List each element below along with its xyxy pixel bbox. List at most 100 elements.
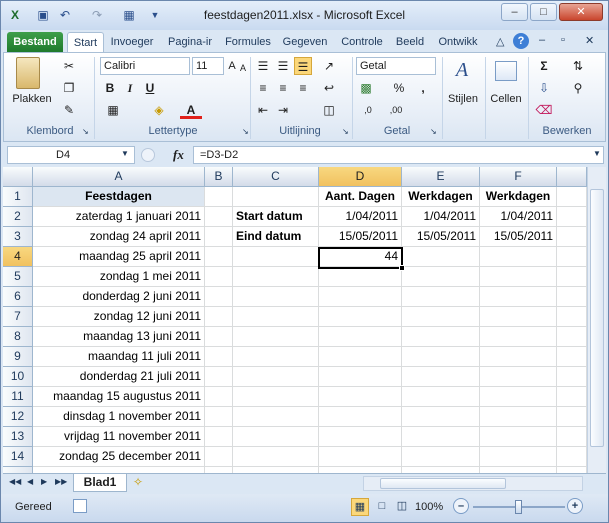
cell-f8[interactable] bbox=[480, 327, 557, 347]
cell-c8[interactable] bbox=[233, 327, 319, 347]
cell-f12[interactable] bbox=[480, 407, 557, 427]
cell-e1[interactable]: Werkdagen bbox=[402, 187, 480, 207]
macro-record-icon[interactable] bbox=[73, 499, 87, 513]
tab-developer[interactable]: Ontwikk bbox=[432, 32, 484, 52]
cell-f11[interactable] bbox=[480, 387, 557, 407]
vertical-scrollbar[interactable] bbox=[587, 167, 606, 473]
cell-a4[interactable]: maandag 25 april 2011 bbox=[33, 247, 205, 267]
copy-icon[interactable]: ❐ bbox=[60, 79, 78, 97]
borders-icon[interactable]: ▦ bbox=[102, 101, 124, 119]
cell-a14[interactable]: zondag 25 december 2011 bbox=[33, 447, 205, 467]
cell-f14[interactable] bbox=[480, 447, 557, 467]
align-middle-icon[interactable]: ☰ bbox=[274, 57, 292, 75]
vertical-scroll-thumb[interactable] bbox=[590, 189, 604, 447]
fill-icon[interactable]: ⇩ bbox=[534, 79, 554, 97]
restore-button[interactable]: □ bbox=[530, 3, 557, 21]
cell-a6[interactable]: donderdag 2 juni 2011 bbox=[33, 287, 205, 307]
cell-e14[interactable] bbox=[402, 447, 480, 467]
row-header[interactable]: 5 bbox=[3, 267, 33, 287]
cell-g7[interactable] bbox=[557, 307, 587, 327]
name-box[interactable]: D4 bbox=[7, 146, 135, 164]
cell-c9[interactable] bbox=[233, 347, 319, 367]
cell-g13[interactable] bbox=[557, 427, 587, 447]
help-icon[interactable]: ? bbox=[513, 33, 529, 49]
cell-e3[interactable]: 15/05/2011 bbox=[402, 227, 480, 247]
grow-font-icon[interactable]: A bbox=[226, 57, 238, 75]
tab-page-layout[interactable]: Pagina-ir bbox=[162, 32, 218, 52]
clipboard-launcher-icon[interactable]: ↘ bbox=[82, 127, 89, 136]
name-box-dropdown-icon[interactable]: ▼ bbox=[121, 149, 129, 158]
row-header[interactable]: 11 bbox=[3, 387, 33, 407]
row-header[interactable]: 4 bbox=[3, 247, 33, 267]
horizontal-scrollbar[interactable] bbox=[363, 476, 583, 491]
percent-icon[interactable]: % bbox=[390, 79, 408, 97]
row-header[interactable]: 13 bbox=[3, 427, 33, 447]
row-header[interactable]: 14 bbox=[3, 447, 33, 467]
cells-button-label[interactable]: Cellen bbox=[488, 93, 524, 105]
cell-g1[interactable] bbox=[557, 187, 587, 207]
wrap-text-icon[interactable]: ↩ bbox=[320, 79, 338, 97]
horizontal-scroll-thumb[interactable] bbox=[380, 478, 506, 489]
cell-d1[interactable]: Aant. Dagen bbox=[319, 187, 402, 207]
cell-d14[interactable] bbox=[319, 447, 402, 467]
cell-e9[interactable] bbox=[402, 347, 480, 367]
cell-a11[interactable]: maandag 15 augustus 2011 bbox=[33, 387, 205, 407]
font-size-select[interactable]: 11 bbox=[192, 57, 224, 75]
bold-icon[interactable]: B bbox=[102, 79, 118, 97]
tab-data[interactable]: Gegeven bbox=[278, 32, 332, 52]
cell-g14[interactable] bbox=[557, 447, 587, 467]
cell-e10[interactable] bbox=[402, 367, 480, 387]
orientation-icon[interactable]: ↗ bbox=[320, 57, 338, 75]
cell-d5[interactable] bbox=[319, 267, 402, 287]
row-header[interactable]: 1 bbox=[3, 187, 33, 207]
cell-a10[interactable]: donderdag 21 juli 2011 bbox=[33, 367, 205, 387]
cell-g8[interactable] bbox=[557, 327, 587, 347]
cell-c2[interactable]: Start datum bbox=[233, 207, 319, 227]
tab-start[interactable]: Start bbox=[67, 32, 104, 52]
cell-a13[interactable]: vrijdag 11 november 2011 bbox=[33, 427, 205, 447]
cell-f9[interactable] bbox=[480, 347, 557, 367]
italic-icon[interactable]: I bbox=[122, 79, 138, 97]
merge-center-icon[interactable]: ◫ bbox=[320, 101, 338, 119]
workbook-close-icon[interactable]: ✕ bbox=[585, 34, 594, 47]
row-header[interactable]: 12 bbox=[3, 407, 33, 427]
shrink-font-icon[interactable]: A bbox=[238, 59, 248, 77]
cell-e5[interactable] bbox=[402, 267, 480, 287]
cell-c14[interactable] bbox=[233, 447, 319, 467]
expand-formula-icon[interactable]: ▼ bbox=[593, 149, 601, 158]
align-left-icon[interactable]: ≡ bbox=[254, 79, 272, 97]
cell-d2[interactable]: 1/04/2011 bbox=[319, 207, 402, 227]
styles-icon[interactable]: A bbox=[450, 59, 474, 85]
cell-b10[interactable] bbox=[205, 367, 233, 387]
styles-button-label[interactable]: Stijlen bbox=[444, 93, 482, 105]
cell-e2[interactable]: 1/04/2011 bbox=[402, 207, 480, 227]
decrease-indent-icon[interactable]: ⇤ bbox=[254, 101, 272, 119]
page-break-view-icon[interactable]: ◫ bbox=[393, 498, 411, 516]
clear-icon[interactable]: ⌫ bbox=[534, 101, 554, 119]
cell-g11[interactable] bbox=[557, 387, 587, 407]
cell-a12[interactable]: dinsdag 1 november 2011 bbox=[33, 407, 205, 427]
cell-b6[interactable] bbox=[205, 287, 233, 307]
sort-filter-icon[interactable]: ⇅ bbox=[564, 57, 592, 75]
cell-a5[interactable]: zondag 1 mei 2011 bbox=[33, 267, 205, 287]
cell-e11[interactable] bbox=[402, 387, 480, 407]
alignment-launcher-icon[interactable]: ↘ bbox=[342, 127, 349, 136]
insert-sheet-icon[interactable]: ✧ bbox=[133, 475, 143, 489]
cell-f10[interactable] bbox=[480, 367, 557, 387]
column-header-f[interactable]: F bbox=[480, 167, 557, 187]
tab-file[interactable]: Bestand bbox=[7, 32, 63, 52]
row-header[interactable]: 3 bbox=[3, 227, 33, 247]
format-painter-icon[interactable]: ✎ bbox=[60, 101, 78, 119]
zoom-slider-thumb[interactable] bbox=[515, 500, 522, 514]
normal-view-icon[interactable]: ▦ bbox=[351, 498, 369, 516]
align-bottom-icon[interactable]: ☰ bbox=[294, 57, 312, 75]
cell-b4[interactable] bbox=[205, 247, 233, 267]
workbook-restore-icon[interactable]: ▫ bbox=[561, 34, 565, 46]
cell-c4[interactable] bbox=[233, 247, 319, 267]
cell-e13[interactable] bbox=[402, 427, 480, 447]
cell-g12[interactable] bbox=[557, 407, 587, 427]
increase-indent-icon[interactable]: ⇥ bbox=[274, 101, 292, 119]
comma-style-icon[interactable]: , bbox=[414, 79, 432, 97]
tab-review[interactable]: Controle bbox=[336, 32, 388, 52]
currency-icon[interactable]: ▩ bbox=[356, 79, 376, 97]
